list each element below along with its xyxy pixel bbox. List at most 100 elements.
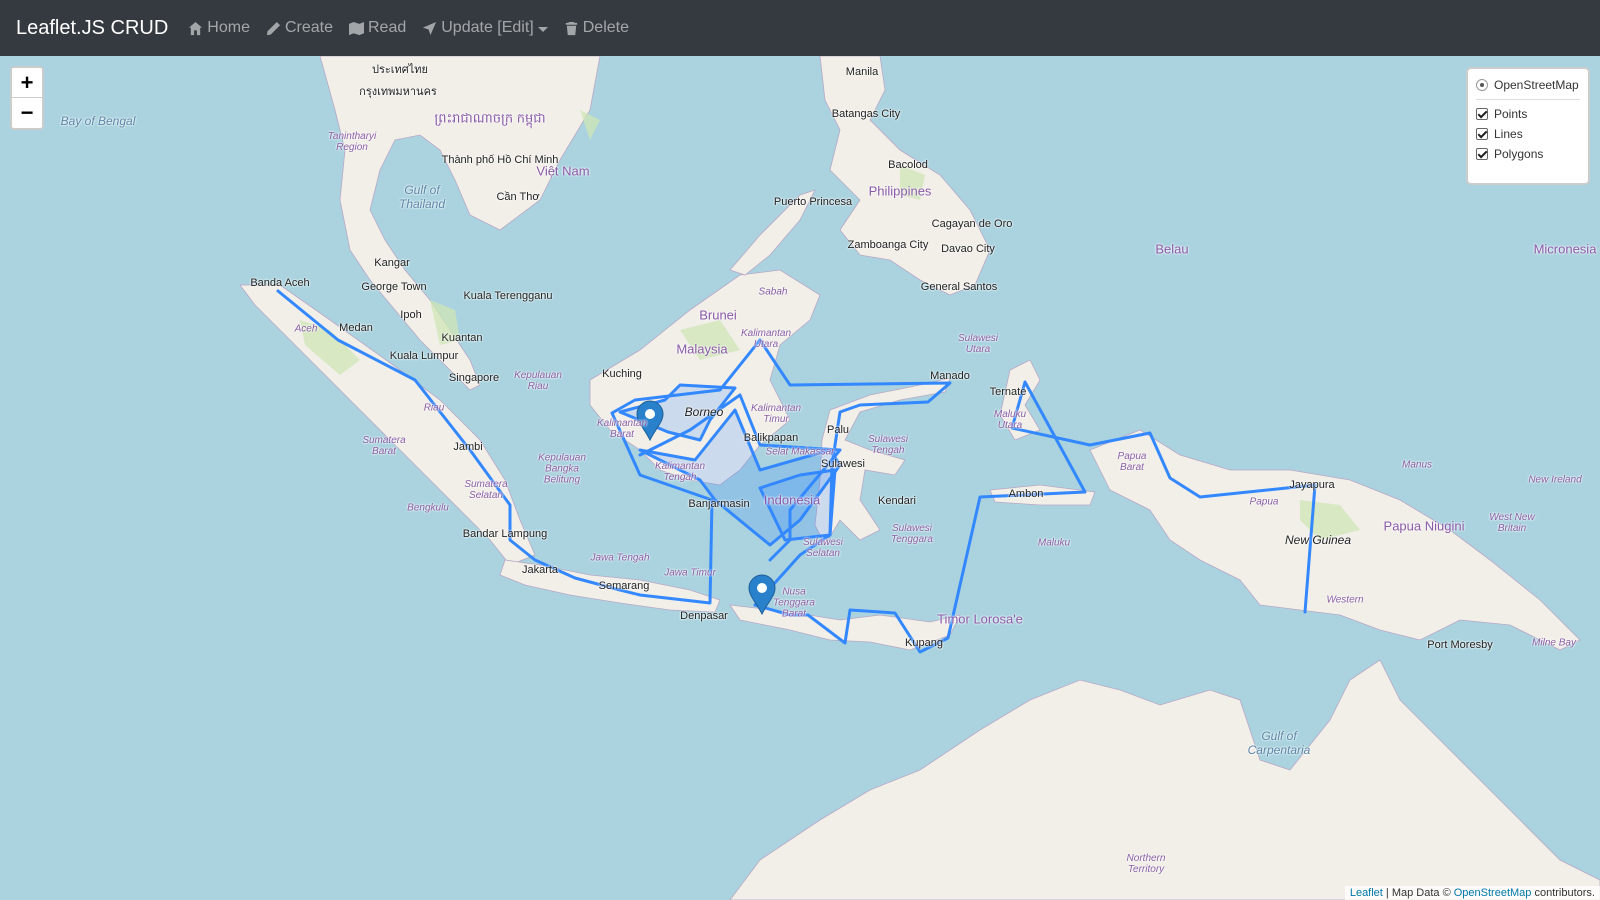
nav-update-dropdown[interactable]: Update [Edit] (422, 19, 548, 37)
label-milne-bay: Milne Bay (1532, 637, 1576, 649)
base-layer-option[interactable]: OpenStreetMap (1476, 75, 1580, 95)
label-sulawesi: Sulawesi (820, 458, 866, 470)
label-gulf-of-thailand: Gulf of Thailand (398, 183, 446, 211)
label-sumbar: Sumatera Barat (362, 435, 406, 457)
map-icon (349, 21, 364, 35)
brand[interactable]: Leaflet.JS CRUD (16, 17, 168, 40)
pencil-icon (266, 21, 281, 35)
location-arrow-icon (423, 21, 437, 35)
label-bay-of-bengal: Bay of Bengal (60, 114, 136, 128)
label-western: Western (1326, 594, 1364, 606)
leaflet-link[interactable]: Leaflet (1350, 887, 1383, 899)
overlay-points-checkbox[interactable] (1476, 108, 1488, 120)
overlay-lines-label: Lines (1494, 127, 1523, 141)
label-selat-makassar: Selat Makassar (765, 446, 835, 458)
nav-read-label: Read (368, 19, 407, 36)
home-icon (189, 21, 203, 35)
label-jateng: Jawa Tengah (590, 552, 650, 564)
label-banjarmasin: Banjarmasin (688, 498, 750, 510)
zoom-control: + − (10, 66, 44, 130)
label-sulsel: Sulawesi Selatan (802, 537, 844, 559)
label-medan: Medan (339, 322, 373, 334)
label-kupang: Kupang (905, 637, 943, 649)
zoom-in-button[interactable]: + (12, 68, 42, 98)
base-layer-label: OpenStreetMap (1494, 78, 1579, 92)
label-bangkok: กรุงเทพมหานคร (359, 86, 437, 98)
label-georgetown: George Town (361, 281, 427, 293)
label-palu: Palu (826, 424, 850, 436)
label-new-guinea: New Guinea (1284, 533, 1352, 547)
label-malaysia: Malaysia (676, 341, 728, 357)
attribution: Leaflet | Map Data © OpenStreetMap contr… (1344, 886, 1600, 900)
attribution-suffix: contributors. (1531, 887, 1595, 899)
label-kep-riau: Kepulauan Riau (514, 370, 562, 392)
overlay-polygons-checkbox[interactable] (1476, 148, 1488, 160)
label-sultra: Sulawesi Tenggara (891, 523, 933, 545)
label-bangka: Kepulauan Bangka Belitung (538, 452, 586, 486)
overlay-points-label: Points (1494, 107, 1528, 121)
label-gensan: General Santos (920, 281, 998, 293)
label-jambi: Jambi (453, 441, 483, 453)
label-ipoh: Ipoh (400, 309, 422, 321)
overlay-lines-option[interactable]: Lines (1476, 124, 1580, 144)
label-kalteng: Kalimantan Tengah (654, 461, 706, 483)
layer-separator (1476, 99, 1580, 100)
label-kuala-lumpur: Kuala Lumpur (389, 350, 459, 362)
nav-create-label: Create (284, 19, 333, 36)
label-cagayan: Cagayan de Oro (931, 218, 1013, 230)
attribution-sep: | Map Data © (1382, 887, 1454, 899)
nav-create[interactable]: Create (266, 19, 333, 37)
overlay-points-option[interactable]: Points (1476, 104, 1580, 124)
nav-delete-label: Delete (582, 19, 629, 36)
label-ambon: Ambon (1008, 488, 1044, 500)
label-belau: Belau (1155, 241, 1189, 257)
label-malut: Maluku Utara (993, 409, 1027, 431)
label-papbar: Papua Barat (1117, 451, 1147, 473)
label-bengkulu: Bengkulu (407, 502, 449, 514)
base-layer-radio[interactable] (1476, 79, 1488, 91)
map[interactable]: ประเทศไทย กรุงเทพมหานคร ព្រះរាជាណាចក្រ ក… (0, 56, 1600, 900)
label-borneo: Borneo (684, 405, 724, 419)
label-timor: Timor Lorosa'e (937, 611, 1023, 627)
label-new-britain: West New Britain (1489, 512, 1535, 534)
label-cantho: Cần Thơ (496, 191, 540, 203)
label-manus: Manus (1401, 459, 1433, 471)
nav-home-label: Home (207, 19, 250, 36)
label-thailand: ประเทศไทย (371, 64, 429, 76)
label-new-ireland: New Ireland (1528, 474, 1582, 486)
label-riau: Riau (423, 402, 445, 414)
label-philippines: Philippines (868, 183, 932, 199)
label-sulut: Sulawesi Utara (957, 333, 999, 355)
navbar: Leaflet.JS CRUD Home Create Read Update … (0, 0, 1600, 56)
nav-read[interactable]: Read (349, 19, 406, 37)
label-singapore: Singapore (448, 372, 500, 384)
label-aceh: Aceh (294, 323, 318, 335)
label-brunei: Brunei (699, 307, 737, 323)
label-semarang: Semarang (598, 580, 650, 592)
nav-home[interactable]: Home (188, 19, 250, 37)
label-northern-territory: Northern Territory (1126, 853, 1166, 875)
label-zamboanga: Zamboanga City (847, 239, 929, 251)
label-kendari: Kendari (878, 495, 916, 507)
osm-link[interactable]: OpenStreetMap (1454, 887, 1532, 899)
label-kaltim: Kalimantan Timur (750, 403, 802, 425)
nav-delete[interactable]: Delete (564, 19, 629, 37)
label-sabah: Sabah (758, 286, 788, 298)
land-sumatra (239, 284, 536, 566)
label-balikpapan: Balikpapan (743, 432, 799, 444)
overlay-lines-checkbox[interactable] (1476, 128, 1488, 140)
label-cambodia: ព្រះរាជាណាចក្រ កម្ពុជា (434, 110, 546, 126)
label-kalbar: Kalimantan Barat (596, 418, 648, 440)
label-jakarta: Jakarta (521, 564, 559, 576)
caret-down-icon (537, 26, 548, 32)
trash-icon (565, 21, 577, 35)
label-puerto-princesa: Puerto Princesa (773, 196, 853, 208)
label-banda-aceh: Banda Aceh (250, 277, 310, 289)
label-micronesia: Micronesia (1533, 241, 1597, 257)
label-jatim: Jawa Timur (664, 567, 716, 579)
label-indonesia: Indonesia (763, 492, 821, 508)
zoom-out-button[interactable]: − (12, 98, 42, 128)
overlay-polygons-option[interactable]: Polygons (1476, 144, 1580, 164)
label-ternate: Ternate (989, 386, 1027, 398)
label-ntb: Nusa Tenggara Barat (773, 586, 815, 620)
